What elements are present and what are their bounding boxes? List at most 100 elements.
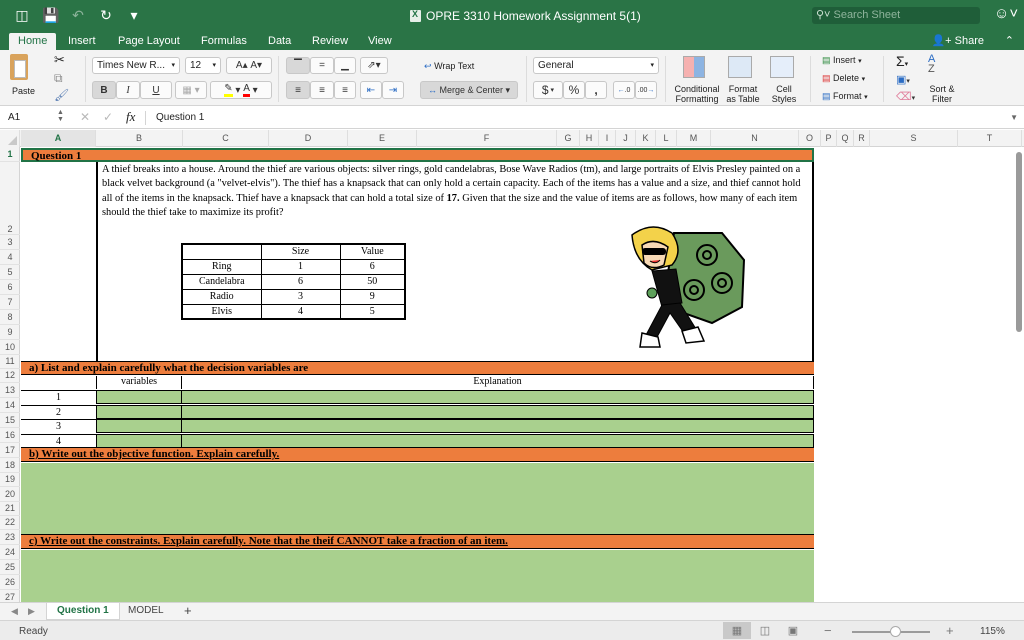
tab-formulas[interactable]: Formulas bbox=[201, 33, 247, 51]
row-header-16[interactable]: 16 bbox=[0, 428, 20, 443]
sheet-tab-question-1[interactable]: Question 1 bbox=[46, 603, 120, 620]
normal-view-icon[interactable]: ▦ bbox=[723, 622, 751, 639]
name-box[interactable]: A1 bbox=[8, 112, 20, 123]
sidebar-toggle-icon[interactable]: ◫ bbox=[14, 7, 30, 24]
vertical-scrollbar[interactable] bbox=[1016, 152, 1022, 332]
column-header-r[interactable]: R bbox=[854, 130, 870, 147]
column-header-l[interactable]: L bbox=[656, 130, 677, 147]
question-title-cell[interactable]: Question 1 bbox=[21, 148, 814, 162]
row-header-18[interactable]: 18 bbox=[0, 458, 20, 473]
paste-icon[interactable] bbox=[10, 54, 28, 80]
confirm-icon[interactable]: ✓ bbox=[103, 110, 113, 124]
cell-styles-icon[interactable] bbox=[770, 56, 794, 78]
column-header-m[interactable]: M bbox=[677, 130, 711, 147]
column-header-b[interactable]: B bbox=[96, 130, 183, 147]
decrease-font-icon[interactable]: A▾ bbox=[250, 60, 262, 71]
insert-function-icon[interactable]: fx bbox=[126, 109, 135, 125]
format-painter-icon[interactable]: 🖌 bbox=[54, 88, 69, 102]
tab-review[interactable]: Review bbox=[312, 33, 348, 51]
column-header-f[interactable]: F bbox=[417, 130, 557, 147]
row-header-21[interactable]: 21 bbox=[0, 502, 20, 516]
zoom-slider-handle[interactable] bbox=[890, 626, 901, 637]
row-header-1[interactable]: 1 bbox=[0, 147, 20, 162]
variable-number-cell[interactable]: 1 bbox=[21, 390, 96, 404]
column-header-n[interactable]: N bbox=[711, 130, 799, 147]
item-name-cell[interactable]: Candelabra bbox=[181, 273, 262, 290]
orientation-button[interactable]: ⇗▾ bbox=[360, 57, 388, 74]
variable-number-cell[interactable]: 4 bbox=[21, 433, 96, 448]
row-header-15[interactable]: 15 bbox=[0, 413, 20, 428]
underline-button[interactable]: U bbox=[140, 81, 172, 99]
column-header-j[interactable]: J bbox=[616, 130, 636, 147]
tab-view[interactable]: View bbox=[368, 33, 392, 51]
row-header-5[interactable]: 5 bbox=[0, 265, 20, 280]
item-size-cell[interactable]: 3 bbox=[260, 288, 341, 305]
select-all-button[interactable] bbox=[0, 130, 20, 147]
tab-home[interactable]: Home bbox=[9, 33, 57, 51]
comma-button[interactable]: , bbox=[585, 81, 607, 99]
column-header-i[interactable]: I bbox=[599, 130, 616, 147]
delete-cells-button[interactable]: ▤ Delete ▾ bbox=[822, 73, 865, 84]
decrease-indent-button[interactable]: ⇤ bbox=[360, 81, 382, 99]
thief-illustration[interactable] bbox=[612, 215, 752, 355]
align-left-button[interactable]: ≡ bbox=[286, 81, 310, 99]
sheet-tab-model[interactable]: MODEL bbox=[118, 603, 174, 620]
insert-cells-button[interactable]: ▤ Insert ▾ bbox=[822, 55, 862, 66]
zoom-level[interactable]: 115% bbox=[980, 626, 1005, 637]
row-header-8[interactable]: 8 bbox=[0, 310, 20, 325]
number-format-select[interactable]: General ▾ bbox=[533, 57, 659, 74]
conditional-formatting-icon[interactable] bbox=[683, 56, 705, 78]
add-sheet-button[interactable]: + bbox=[174, 603, 202, 620]
sort-filter-icon[interactable]: AZ bbox=[928, 54, 935, 75]
page-break-view-icon[interactable]: ▣ bbox=[779, 622, 807, 639]
increase-indent-button[interactable]: ⇥ bbox=[382, 81, 404, 99]
expand-formula-bar-icon[interactable]: ▼ bbox=[1010, 113, 1018, 122]
page-layout-view-icon[interactable]: ◫ bbox=[751, 622, 779, 639]
redo-icon[interactable]: ↻ bbox=[98, 7, 114, 24]
fill-color-icon[interactable]: ✎ bbox=[224, 83, 233, 97]
font-color-icon[interactable]: A bbox=[243, 83, 250, 97]
customize-toolbar-icon[interactable]: ▾ bbox=[126, 7, 142, 24]
share-button[interactable]: 👤+ Share bbox=[931, 34, 984, 47]
format-as-table-icon[interactable] bbox=[728, 56, 752, 78]
row-header-9[interactable]: 9 bbox=[0, 325, 20, 340]
item-name-cell[interactable]: Radio bbox=[181, 288, 262, 305]
currency-button[interactable]: $ ▾ bbox=[533, 81, 563, 99]
item-size-cell[interactable]: 4 bbox=[260, 303, 341, 320]
explanation-answer-cell[interactable] bbox=[182, 390, 814, 404]
column-header-d[interactable]: D bbox=[269, 130, 348, 147]
align-top-button[interactable]: ▔ bbox=[286, 57, 310, 74]
variable-answer-cell[interactable] bbox=[96, 390, 182, 404]
row-header-2[interactable]: 2 bbox=[0, 162, 20, 235]
align-center-button[interactable]: ≡ bbox=[310, 81, 334, 99]
row-header-22[interactable]: 22 bbox=[0, 516, 20, 530]
item-size-cell[interactable]: 1 bbox=[260, 258, 341, 275]
variable-number-cell[interactable]: 2 bbox=[21, 404, 96, 419]
autosum-icon[interactable]: Σ▾ bbox=[896, 53, 908, 69]
row-header-13[interactable]: 13 bbox=[0, 383, 20, 398]
collapse-ribbon-icon[interactable]: ⌃ bbox=[1005, 34, 1014, 47]
cancel-icon[interactable]: ✕ bbox=[80, 110, 90, 124]
sort-filter-button[interactable]: Sort & Filter bbox=[924, 84, 960, 104]
row-header-6[interactable]: 6 bbox=[0, 280, 20, 295]
item-value-cell[interactable]: 9 bbox=[339, 288, 406, 305]
merge-center-button[interactable]: ↔ Merge & Center ▾ bbox=[420, 81, 518, 99]
align-middle-button[interactable]: = bbox=[310, 57, 334, 74]
constraints-answer-area[interactable] bbox=[21, 550, 814, 602]
bold-button[interactable]: B bbox=[92, 81, 116, 99]
borders-button[interactable]: ▦ ▾ bbox=[175, 81, 207, 99]
font-size-select[interactable]: 12 ▾ bbox=[185, 57, 221, 74]
zoom-in-button[interactable]: + bbox=[946, 623, 954, 638]
table-header-cell[interactable]: Value bbox=[339, 243, 406, 260]
save-icon[interactable]: 💾 bbox=[42, 7, 59, 24]
item-value-cell[interactable]: 5 bbox=[339, 303, 406, 320]
format-as-table-button[interactable]: Format as Table bbox=[722, 84, 764, 104]
row-header-17[interactable]: 17 bbox=[0, 443, 20, 458]
item-size-cell[interactable]: 6 bbox=[260, 273, 341, 290]
explanation-answer-cell[interactable] bbox=[182, 433, 814, 448]
explanation-answer-cell[interactable] bbox=[182, 419, 814, 433]
search-sheet-input[interactable]: ⚲˅ Search Sheet bbox=[812, 7, 980, 24]
column-header-s[interactable]: S bbox=[870, 130, 958, 147]
column-header-o[interactable]: O bbox=[799, 130, 821, 147]
paste-button[interactable]: Paste bbox=[12, 86, 35, 96]
